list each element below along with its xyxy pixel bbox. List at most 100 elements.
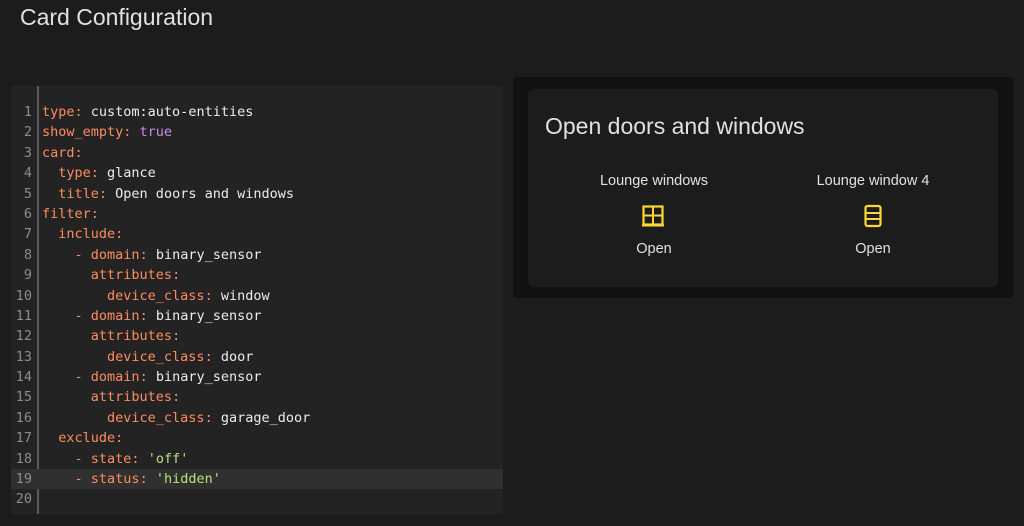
yaml-key: type xyxy=(42,104,75,120)
code-line[interactable]: 11 - domain: binary_sensor xyxy=(11,306,503,326)
code-line[interactable]: 14 - domain: binary_sensor xyxy=(11,367,503,387)
code-line[interactable]: 1 type: custom:auto-entities xyxy=(11,102,503,122)
window-open-icon xyxy=(642,205,664,227)
code-text: filter: xyxy=(42,205,99,222)
yaml-key: domain xyxy=(90,307,140,324)
line-number: 15 xyxy=(15,389,32,406)
card-preview-panel: Open doors and windows Lounge windows Op… xyxy=(513,77,1013,298)
code-text: attributes: xyxy=(90,328,181,345)
glance-card: Open doors and windows Lounge windows Op… xyxy=(528,89,998,287)
yaml-key: title xyxy=(58,185,99,202)
yaml-value: binary_sensor xyxy=(155,369,262,386)
code-text: device_class: garage_door xyxy=(107,409,311,426)
code-text: - state: 'off' xyxy=(74,450,189,467)
code-text: type: glance xyxy=(58,165,156,182)
code-line[interactable]: 20 xyxy=(11,489,503,509)
yaml-key: state xyxy=(90,450,132,467)
yaml-value: custom:auto-entities xyxy=(90,104,254,120)
yaml-value: 'off' xyxy=(147,450,189,467)
yaml-value: Open doors and windows xyxy=(115,185,294,202)
yaml-key: card xyxy=(42,144,75,161)
code-text: title: Open doors and windows xyxy=(58,185,294,202)
code-line[interactable]: 16 device_class: garage_door xyxy=(11,408,503,428)
code-line[interactable]: 19 - status: 'hidden' xyxy=(11,469,503,490)
code-text: - domain: binary_sensor xyxy=(74,369,262,386)
yaml-value: door xyxy=(220,348,254,365)
entity-lounge-windows[interactable]: Lounge windows Open xyxy=(564,171,744,257)
code-text: exclude: xyxy=(58,430,124,447)
code-line[interactable]: 9 attributes: xyxy=(11,265,503,285)
yaml-value: window xyxy=(220,287,270,304)
yaml-value: garage_door xyxy=(220,409,311,426)
code-text: - domain: binary_sensor xyxy=(74,307,262,324)
yaml-key: attributes xyxy=(90,267,173,284)
yaml-value: binary_sensor xyxy=(155,246,262,263)
code-line[interactable]: 7 include: xyxy=(11,224,503,244)
yaml-code-editor[interactable]: 1 type: custom:auto-entities 2 show_empty: … xyxy=(11,86,503,514)
card-title: Open doors and windows xyxy=(545,113,805,139)
entity-name: Lounge windows xyxy=(599,173,709,189)
code-line[interactable]: 2 show_empty: true xyxy=(11,122,503,142)
line-number: 14 xyxy=(15,369,32,386)
code-text: - status: 'hidden' xyxy=(74,471,221,488)
entity-state: Open xyxy=(855,241,891,257)
code-text: attributes: xyxy=(90,389,181,406)
yaml-key: include xyxy=(58,226,116,243)
line-number: 4 xyxy=(23,165,32,182)
line-number: 11 xyxy=(15,307,32,324)
yaml-value: true xyxy=(139,124,173,141)
code-line[interactable]: 13 device_class: door xyxy=(11,347,503,367)
line-number: 18 xyxy=(15,450,32,467)
code-line[interactable]: 3 card: xyxy=(11,143,503,163)
yaml-key: device_class xyxy=(107,409,205,426)
yaml-key: filter xyxy=(42,205,91,222)
code-line[interactable]: 5 title: Open doors and windows xyxy=(11,184,503,204)
code-line[interactable]: 12 attributes: xyxy=(11,326,503,346)
entity-name: Lounge window 4 xyxy=(816,173,930,189)
code-text: type: custom:auto-entities xyxy=(42,104,254,120)
code-text: card: xyxy=(42,144,83,161)
line-number: 16 xyxy=(15,409,32,426)
yaml-key: attributes xyxy=(90,389,173,406)
code-lines: 1 type: custom:auto-entities 2 show_empty: … xyxy=(11,102,503,510)
line-number: 19 xyxy=(15,471,32,488)
yaml-key: domain xyxy=(90,369,140,386)
yaml-value: 'hidden' xyxy=(155,471,221,488)
yaml-key: show_empty xyxy=(42,124,124,141)
yaml-value: binary_sensor xyxy=(155,307,262,324)
code-line[interactable]: 10 device_class: window xyxy=(11,286,503,306)
code-line[interactable]: 15 attributes: xyxy=(11,387,503,407)
page-title: Card Configuration xyxy=(20,4,214,30)
yaml-value: glance xyxy=(107,165,156,182)
yaml-key: exclude xyxy=(58,430,116,447)
code-line[interactable]: 8 - domain: binary_sensor xyxy=(11,245,503,265)
yaml-key: domain xyxy=(90,246,140,263)
line-number: 6 xyxy=(23,205,32,222)
yaml-key: device_class xyxy=(107,348,205,365)
line-number: 3 xyxy=(23,144,32,161)
code-text: include: xyxy=(58,226,124,243)
code-text: device_class: window xyxy=(107,287,270,304)
entity-lounge-window-4[interactable]: Lounge window 4 Open xyxy=(783,171,963,257)
yaml-key: status xyxy=(90,471,140,488)
line-number: 9 xyxy=(23,267,32,284)
line-number: 7 xyxy=(23,226,32,243)
entity-state: Open xyxy=(636,241,672,257)
code-text: show_empty: true xyxy=(42,124,173,141)
code-line[interactable]: 4 type: glance xyxy=(11,163,503,183)
code-text: - domain: binary_sensor xyxy=(74,246,262,263)
line-number: 10 xyxy=(15,287,32,304)
line-number: 17 xyxy=(15,430,32,447)
line-number: 12 xyxy=(15,328,32,345)
line-number: 20 xyxy=(15,491,32,508)
code-text: attributes: xyxy=(90,267,181,284)
line-number: 2 xyxy=(23,124,32,141)
line-number: 1 xyxy=(23,104,32,120)
code-line[interactable]: 17 exclude: xyxy=(11,428,503,448)
window-open-variant-icon xyxy=(864,204,882,228)
yaml-key: type xyxy=(58,165,91,182)
code-line[interactable]: 6 filter: xyxy=(11,204,503,224)
line-number: 8 xyxy=(23,246,32,263)
line-number: 13 xyxy=(15,348,32,365)
code-line[interactable]: 18 - state: 'off' xyxy=(11,449,503,469)
